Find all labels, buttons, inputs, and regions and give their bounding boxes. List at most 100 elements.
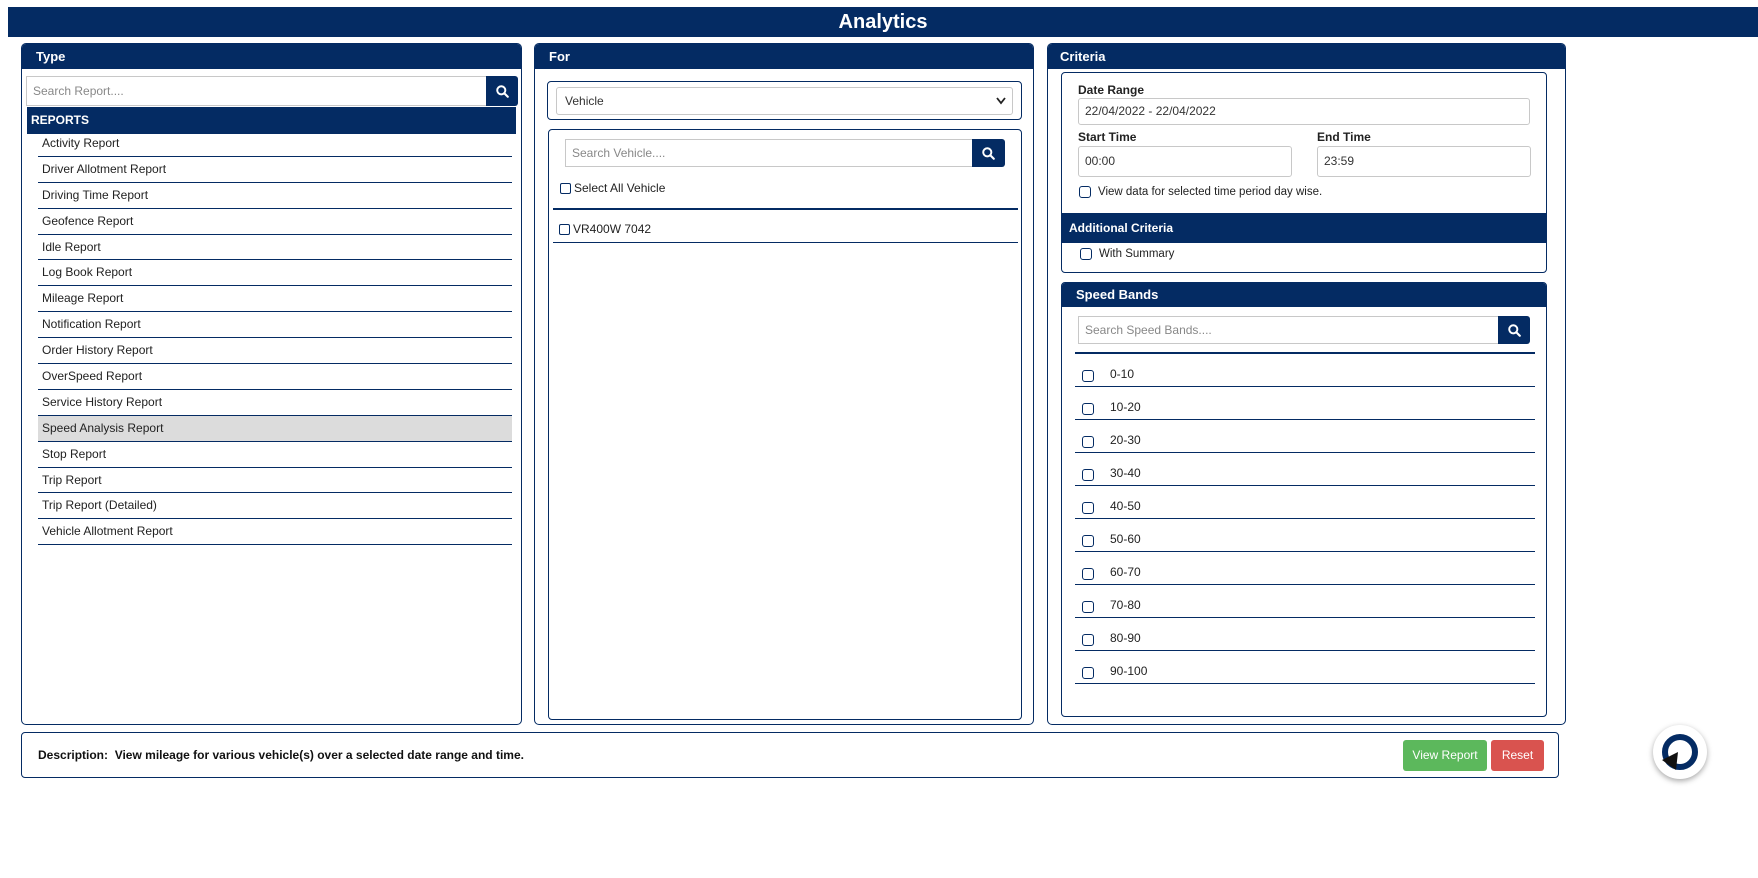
report-item[interactable]: Service History Report <box>38 390 512 416</box>
start-time-label: Start Time <box>1078 130 1137 144</box>
reset-button[interactable]: Reset <box>1491 740 1544 771</box>
speed-bands-search: Search Speed Bands.... <box>1078 316 1530 344</box>
page-title: Analytics <box>8 7 1758 37</box>
with-summary-label: With Summary <box>1099 248 1175 261</box>
start-time-input[interactable]: 00:00 <box>1078 146 1292 177</box>
report-item[interactable]: Idle Report <box>38 235 512 261</box>
vehicle-list-divider <box>553 208 1018 210</box>
speed-band-label: 30-40 <box>1110 466 1141 480</box>
date-range-label: Date Range <box>1078 83 1145 97</box>
criteria-panel: Criteria Date Range 22/04/2022 - 22/04/2… <box>1047 43 1566 725</box>
report-item[interactable]: Driver Allotment Report <box>38 157 512 183</box>
speed-bands-search-input[interactable]: Search Speed Bands.... <box>1078 316 1498 344</box>
speed-band-item[interactable]: 60-70 <box>1075 552 1535 585</box>
with-summary-row[interactable]: With Summary <box>1080 248 1174 260</box>
report-item[interactable]: Log Book Report <box>38 260 512 287</box>
date-range-input[interactable]: 22/04/2022 - 22/04/2022 <box>1078 98 1530 125</box>
speed-band-item[interactable]: 0-10 <box>1075 354 1535 387</box>
refresh-floating-button[interactable] <box>1653 725 1707 779</box>
speed-band-checkbox[interactable] <box>1082 568 1094 580</box>
description-text: View mileage for various vehicle(s) over… <box>114 748 524 762</box>
speed-band-item[interactable]: 90-100 <box>1075 651 1535 684</box>
speed-band-label: 40-50 <box>1110 499 1141 513</box>
with-summary-checkbox[interactable] <box>1080 248 1092 260</box>
vehicle-search: Search Vehicle.... <box>565 139 1005 167</box>
report-item[interactable]: OverSpeed Report <box>38 364 512 390</box>
speed-band-item[interactable]: 40-50 <box>1075 486 1535 519</box>
speed-band-checkbox[interactable] <box>1082 370 1094 382</box>
speed-band-checkbox[interactable] <box>1082 436 1094 448</box>
target-select-wrapper: Vehicle <box>547 81 1022 120</box>
target-select-value: Vehicle <box>565 94 604 108</box>
report-item[interactable]: Trip Report (Detailed) <box>38 493 512 520</box>
search-icon <box>495 84 509 98</box>
speed-band-label: 90-100 <box>1110 664 1148 678</box>
vehicle-checkbox[interactable] <box>559 224 570 236</box>
target-select[interactable]: Vehicle <box>556 87 1013 115</box>
report-item-selected[interactable]: Speed Analysis Report <box>38 415 512 442</box>
speed-band-item[interactable]: 50-60 <box>1075 519 1535 552</box>
report-item[interactable]: Mileage Report <box>38 286 512 313</box>
vehicle-item[interactable]: VR400W 7042 <box>553 216 1018 243</box>
speed-band-list: 0-10 10-20 20-30 30-40 40-50 50-60 60-70… <box>1075 354 1535 684</box>
speed-band-checkbox[interactable] <box>1082 667 1094 679</box>
speed-band-checkbox[interactable] <box>1082 502 1094 514</box>
report-search: Search Report.... <box>26 76 518 106</box>
search-icon <box>982 146 995 160</box>
vehicle-search-input[interactable]: Search Vehicle.... <box>565 139 972 167</box>
report-item[interactable]: Trip Report <box>38 468 512 494</box>
refresh-icon <box>1662 734 1698 770</box>
report-list: Activity Report Driver Allotment Report … <box>38 131 512 546</box>
speed-band-label: 0-10 <box>1110 367 1135 381</box>
speed-band-label: 50-60 <box>1110 532 1141 546</box>
report-item[interactable]: Notification Report <box>38 312 512 339</box>
speed-band-item[interactable]: 80-90 <box>1075 618 1535 651</box>
description-label: Description: <box>38 748 109 762</box>
search-icon <box>1507 323 1521 337</box>
speed-bands-header: Speed Bands <box>1062 283 1546 307</box>
reports-header: REPORTS <box>27 107 516 134</box>
speed-band-checkbox[interactable] <box>1082 535 1094 547</box>
speed-band-checkbox[interactable] <box>1082 403 1094 415</box>
speed-band-checkbox[interactable] <box>1082 601 1094 613</box>
speed-band-checkbox[interactable] <box>1082 634 1094 646</box>
report-item[interactable]: Driving Time Report <box>38 183 512 209</box>
select-all-label: Select All Vehicle <box>574 181 666 195</box>
speed-band-item[interactable]: 30-40 <box>1075 453 1535 486</box>
description-bar: Description: View mileage for various ve… <box>21 732 1559 778</box>
day-wise-checkbox[interactable] <box>1079 186 1091 198</box>
speed-band-item[interactable]: 70-80 <box>1075 585 1535 618</box>
report-item[interactable]: Vehicle Allotment Report <box>38 519 512 546</box>
speed-band-item[interactable]: 20-30 <box>1075 420 1535 453</box>
type-panel-header: Type <box>22 44 521 69</box>
speed-band-label: 80-90 <box>1110 631 1141 645</box>
speed-band-label: 20-30 <box>1110 433 1141 447</box>
report-item[interactable]: Stop Report <box>38 442 512 468</box>
speed-band-label: 70-80 <box>1110 598 1141 612</box>
speed-band-item[interactable]: 10-20 <box>1075 387 1535 420</box>
vehicle-search-button[interactable] <box>972 139 1005 167</box>
for-panel-header: For <box>535 44 1033 69</box>
speed-band-label: 10-20 <box>1110 400 1141 414</box>
select-all-checkbox[interactable] <box>560 183 571 195</box>
report-item[interactable]: Geofence Report <box>38 209 512 235</box>
end-time-label: End Time <box>1317 130 1371 144</box>
speed-band-checkbox[interactable] <box>1082 469 1094 481</box>
chevron-down-icon <box>996 88 1006 123</box>
view-report-button[interactable]: View Report <box>1403 740 1487 771</box>
report-search-input[interactable]: Search Report.... <box>26 76 486 106</box>
vehicle-label: VR400W 7042 <box>573 222 652 236</box>
speed-bands-box: Speed Bands Search Speed Bands.... 0-10 … <box>1061 282 1547 717</box>
report-search-button[interactable] <box>486 76 518 106</box>
speed-band-label: 60-70 <box>1110 565 1141 579</box>
criteria-panel-header: Criteria <box>1048 44 1565 69</box>
report-item[interactable]: Order History Report <box>38 338 512 365</box>
criteria-box: Date Range 22/04/2022 - 22/04/2022 Start… <box>1061 72 1547 273</box>
for-panel: For Vehicle Search Vehicle.... Select Al… <box>534 43 1034 725</box>
end-time-input[interactable]: 23:59 <box>1317 146 1531 177</box>
speed-bands-search-button[interactable] <box>1498 316 1530 344</box>
day-wise-row[interactable]: View data for selected time period day w… <box>1079 186 1322 198</box>
select-all-row[interactable]: Select All Vehicle <box>560 181 665 195</box>
report-item[interactable]: Activity Report <box>38 131 512 157</box>
additional-criteria-header: Additional Criteria <box>1062 213 1546 243</box>
